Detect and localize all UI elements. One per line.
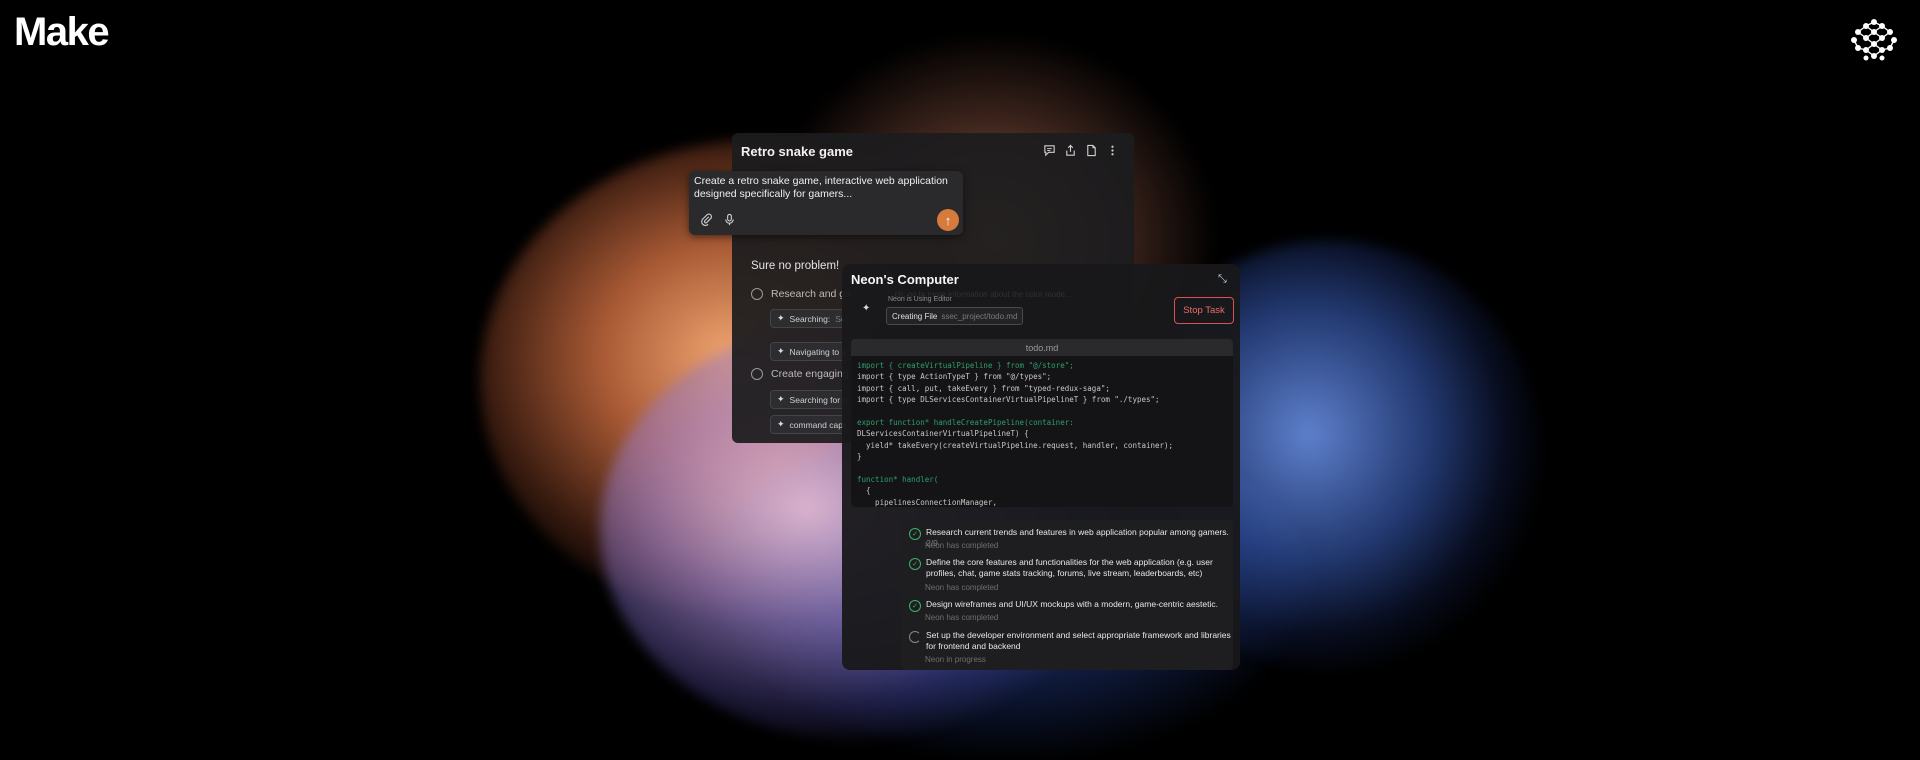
chat-step-label: Research and ga — [771, 288, 851, 300]
task-item: ✓ Define the core features and functiona… — [909, 557, 1231, 579]
code-line: import { type ActionTypeT } from "@/type… — [857, 372, 1052, 382]
comment-icon[interactable] — [1042, 143, 1056, 157]
creating-file-label: Creating File — [892, 311, 938, 321]
task-status: Neon has completed — [925, 541, 999, 550]
task-text: Define the core features and functionali… — [926, 557, 1213, 578]
code-line: import { createVirtualPipeline } from "@… — [857, 361, 1074, 370]
chat-chip-label: Navigating to u — [789, 346, 847, 357]
sparkle-icon: ✦ — [777, 313, 785, 323]
chat-chip-label: command capt — [789, 419, 846, 430]
creating-file-path: ssec_project/todo.md — [941, 311, 1018, 321]
microphone-icon[interactable] — [722, 212, 736, 226]
code-line: import { call, put, takeEvery } from "ty… — [857, 383, 1110, 393]
brand-logo-text[interactable]: Make — [14, 10, 110, 55]
send-button[interactable]: ↑ — [937, 209, 959, 231]
task-text: Research current trends and features in … — [926, 527, 1229, 537]
share-icon[interactable] — [1063, 143, 1077, 157]
code-line: yield* takeEvery(createVirtualPipeline.r… — [857, 440, 1174, 450]
code-line: } — [857, 452, 862, 462]
progress-circle-icon — [909, 631, 921, 643]
stop-task-button[interactable]: Stop Task — [1174, 297, 1234, 324]
code-line: import { type DLServicesContainerVirtual… — [857, 395, 1160, 405]
task-status: Neon has completed — [925, 613, 999, 622]
sparkle-icon: ✦ — [777, 419, 785, 429]
check-circle-icon: ✓ — [909, 600, 921, 612]
project-title: Retro snake game — [741, 144, 853, 159]
task-text: Design wireframes and UI/UX mockups with… — [926, 599, 1218, 609]
task-text: Set up the developer environment and sel… — [926, 630, 1231, 651]
chat-chip-label: Searching: — [789, 313, 831, 324]
task-status: Neon has completed — [925, 583, 999, 592]
code-body: import { createVirtualPipeline } from "@… — [851, 356, 1233, 507]
task-item: Set up the developer environment and sel… — [909, 630, 1231, 652]
more-vertical-icon[interactable] — [1105, 143, 1119, 157]
editor-status: Neon is Using Editor — [888, 296, 952, 303]
step-circle-icon — [751, 288, 763, 300]
code-line: function* handler( — [857, 475, 939, 485]
chat-step: Create engaging — [751, 368, 849, 380]
code-line: { — [857, 486, 871, 496]
prompt-input[interactable]: Create a retro snake game, interactive w… — [694, 175, 956, 201]
check-circle-icon: ✓ — [909, 558, 921, 570]
arrow-up-icon: ↑ — [944, 212, 952, 228]
project-toolbar — [1042, 143, 1119, 157]
check-circle-icon: ✓ — [909, 528, 921, 540]
code-line: DLServicesContainerVirtualPipelineT) { — [857, 429, 1029, 439]
document-icon[interactable] — [1084, 143, 1098, 157]
code-line: pipelinesConnectionManager, — [857, 497, 997, 507]
paperclip-icon[interactable] — [699, 212, 713, 226]
collapse-icon[interactable]: ⤡ — [1218, 273, 1227, 286]
task-item: ✓ Design wireframes and UI/UX mockups wi… — [909, 599, 1231, 612]
computer-title: Neon's Computer — [851, 272, 959, 287]
assistant-reply: Sure no problem! — [751, 260, 840, 272]
sparkle-icon: ✦ — [777, 346, 785, 356]
editor-filename: todo.md — [851, 339, 1233, 356]
chat-step-label: Create engaging — [771, 368, 849, 380]
code-editor[interactable]: todo.md import { createVirtualPipeline }… — [851, 339, 1233, 507]
chat-chip-label: Searching for n — [789, 394, 848, 405]
code-line: export function* handleCreatePipeline(co… — [857, 418, 1074, 428]
creating-file-chip: Creating File ssec_project/todo.md — [886, 307, 1024, 325]
chat-step: Research and ga — [751, 288, 851, 300]
task-status: Neon in progress — [925, 655, 986, 664]
step-circle-icon — [751, 368, 763, 380]
sparkle-icon: ✦ — [862, 303, 871, 314]
network-logo-icon[interactable] — [1848, 14, 1900, 66]
sparkle-icon: ✦ — [777, 394, 785, 404]
